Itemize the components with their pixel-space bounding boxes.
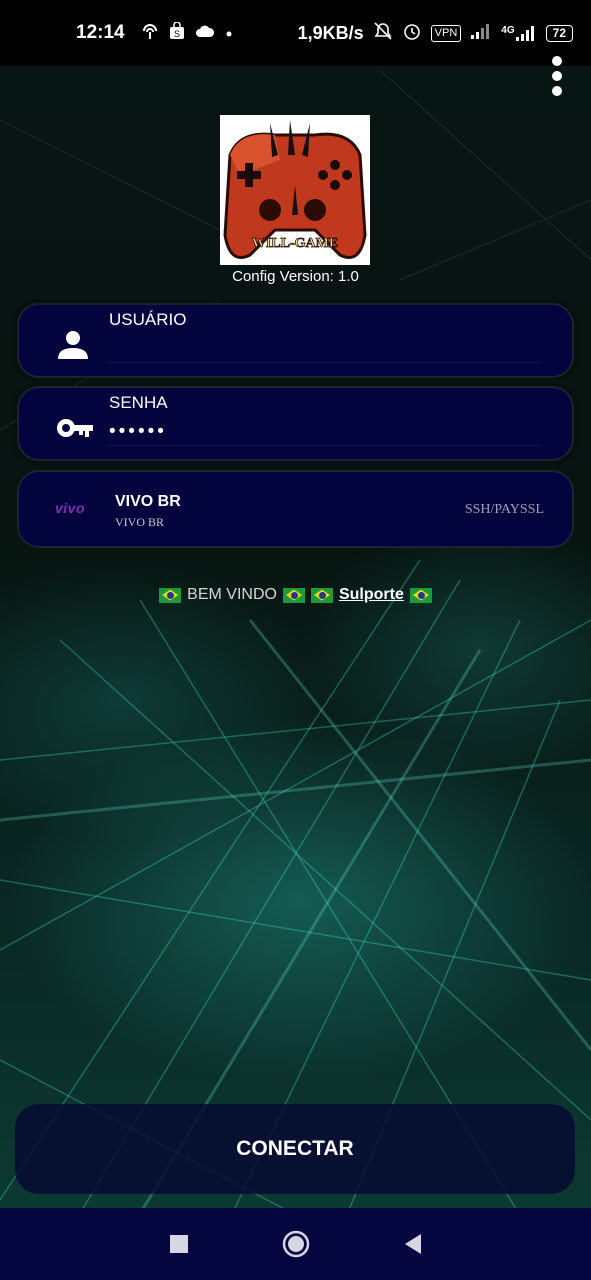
svg-text:S: S bbox=[174, 29, 180, 39]
username-field[interactable]: USUÁRIO bbox=[17, 303, 574, 378]
key-icon bbox=[55, 412, 93, 442]
welcome-message: BEM VINDO Sulporte bbox=[0, 586, 591, 604]
server-subtitle: VIVO BR bbox=[115, 515, 165, 529]
cloud-icon bbox=[195, 23, 215, 43]
brazil-flag-icon bbox=[409, 587, 432, 603]
signal-icon bbox=[470, 23, 492, 44]
brazil-flag-icon bbox=[310, 587, 333, 603]
app-logo: WILL-GAME bbox=[220, 115, 370, 265]
username-input[interactable] bbox=[109, 335, 539, 363]
hotspot-icon bbox=[141, 22, 159, 45]
clock: 12:14 bbox=[76, 22, 125, 43]
server-name: VIVO BR bbox=[115, 493, 181, 510]
alarm-icon bbox=[402, 21, 422, 46]
config-version: Config Version: 1.0 bbox=[232, 268, 359, 285]
brazil-flag-icon bbox=[159, 587, 182, 603]
support-link[interactable]: Sulporte bbox=[339, 586, 404, 604]
notification-icons: S bbox=[141, 20, 233, 45]
person-icon bbox=[55, 329, 91, 359]
square-icon[interactable] bbox=[159, 1224, 199, 1264]
navigation-bar bbox=[0, 1208, 591, 1280]
logo-text: WILL-GAME bbox=[252, 236, 338, 251]
vivo-logo: vivo bbox=[55, 500, 86, 516]
circle-icon[interactable] bbox=[276, 1224, 316, 1264]
system-icons: 1,9KB/s VPN 4G 72 bbox=[298, 21, 573, 46]
vpn-icon: VPN bbox=[430, 24, 462, 42]
connect-button[interactable]: CONECTAR bbox=[15, 1104, 575, 1194]
server-selector[interactable]: vivo VIVO BR VIVO BR SSH/PAYSSL bbox=[17, 470, 574, 548]
signal-4g-icon: 4G bbox=[501, 25, 536, 41]
battery-icon: 72 bbox=[545, 24, 573, 42]
password-label: SENHA bbox=[109, 393, 168, 412]
dot-icon bbox=[225, 23, 233, 43]
password-field[interactable]: SENHA bbox=[17, 386, 574, 461]
mute-icon bbox=[373, 21, 393, 46]
shopping-bag-icon: S bbox=[169, 20, 185, 45]
username-label: USUÁRIO bbox=[109, 310, 187, 329]
triangle-back-icon[interactable] bbox=[393, 1224, 433, 1264]
welcome-text: BEM VINDO bbox=[187, 586, 277, 603]
brazil-flag-icon bbox=[282, 587, 305, 603]
server-type: SSH/PAYSSL bbox=[464, 502, 544, 517]
status-bar: 12:14 S 1,9KB/s VPN 4G 72 bbox=[0, 0, 591, 66]
net-speed: 1,9KB/s bbox=[297, 22, 364, 43]
more-vert-icon[interactable] bbox=[548, 56, 566, 96]
password-input[interactable] bbox=[109, 418, 539, 446]
